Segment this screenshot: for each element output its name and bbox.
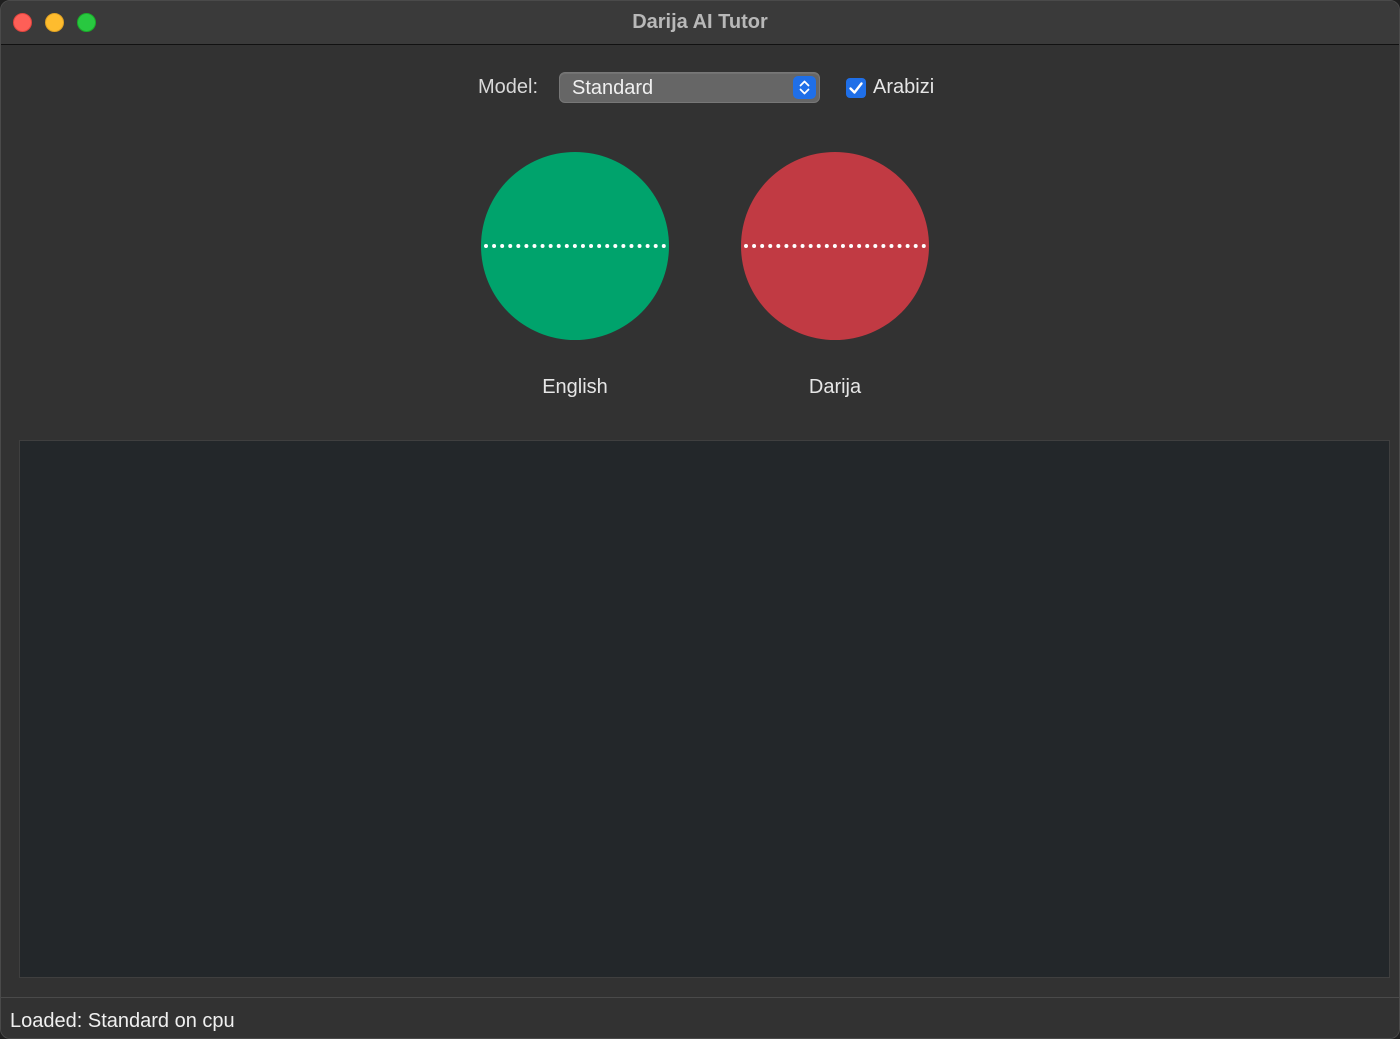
app-window: Darija AI Tutor Model: Standard Arabizi … bbox=[0, 0, 1400, 1039]
status-bar: Loaded: Standard on cpu bbox=[1, 998, 1399, 1038]
darija-orb[interactable] bbox=[741, 152, 929, 340]
chevron-up-down-icon bbox=[793, 76, 816, 99]
controls-row: Model: Standard Arabizi bbox=[1, 71, 1399, 105]
darija-label: Darija bbox=[808, 376, 862, 398]
english-panel: English bbox=[481, 152, 669, 412]
title-bar[interactable]: Darija AI Tutor bbox=[1, 1, 1399, 45]
arabizi-checkbox[interactable] bbox=[846, 78, 866, 98]
checkmark-icon bbox=[849, 82, 863, 94]
english-waveform-line bbox=[484, 244, 666, 248]
darija-panel: Darija bbox=[741, 152, 929, 412]
status-text: Loaded: Standard on cpu bbox=[10, 1010, 235, 1032]
transcript-area[interactable] bbox=[19, 440, 1390, 978]
arabizi-label[interactable]: Arabizi bbox=[873, 76, 934, 99]
model-select[interactable]: Standard bbox=[559, 72, 820, 103]
model-select-value: Standard bbox=[572, 77, 654, 99]
model-label: Model: bbox=[478, 76, 539, 98]
darija-waveform-line bbox=[744, 244, 926, 248]
english-orb[interactable] bbox=[481, 152, 669, 340]
english-label: English bbox=[542, 376, 608, 398]
window-title: Darija AI Tutor bbox=[632, 11, 768, 33]
